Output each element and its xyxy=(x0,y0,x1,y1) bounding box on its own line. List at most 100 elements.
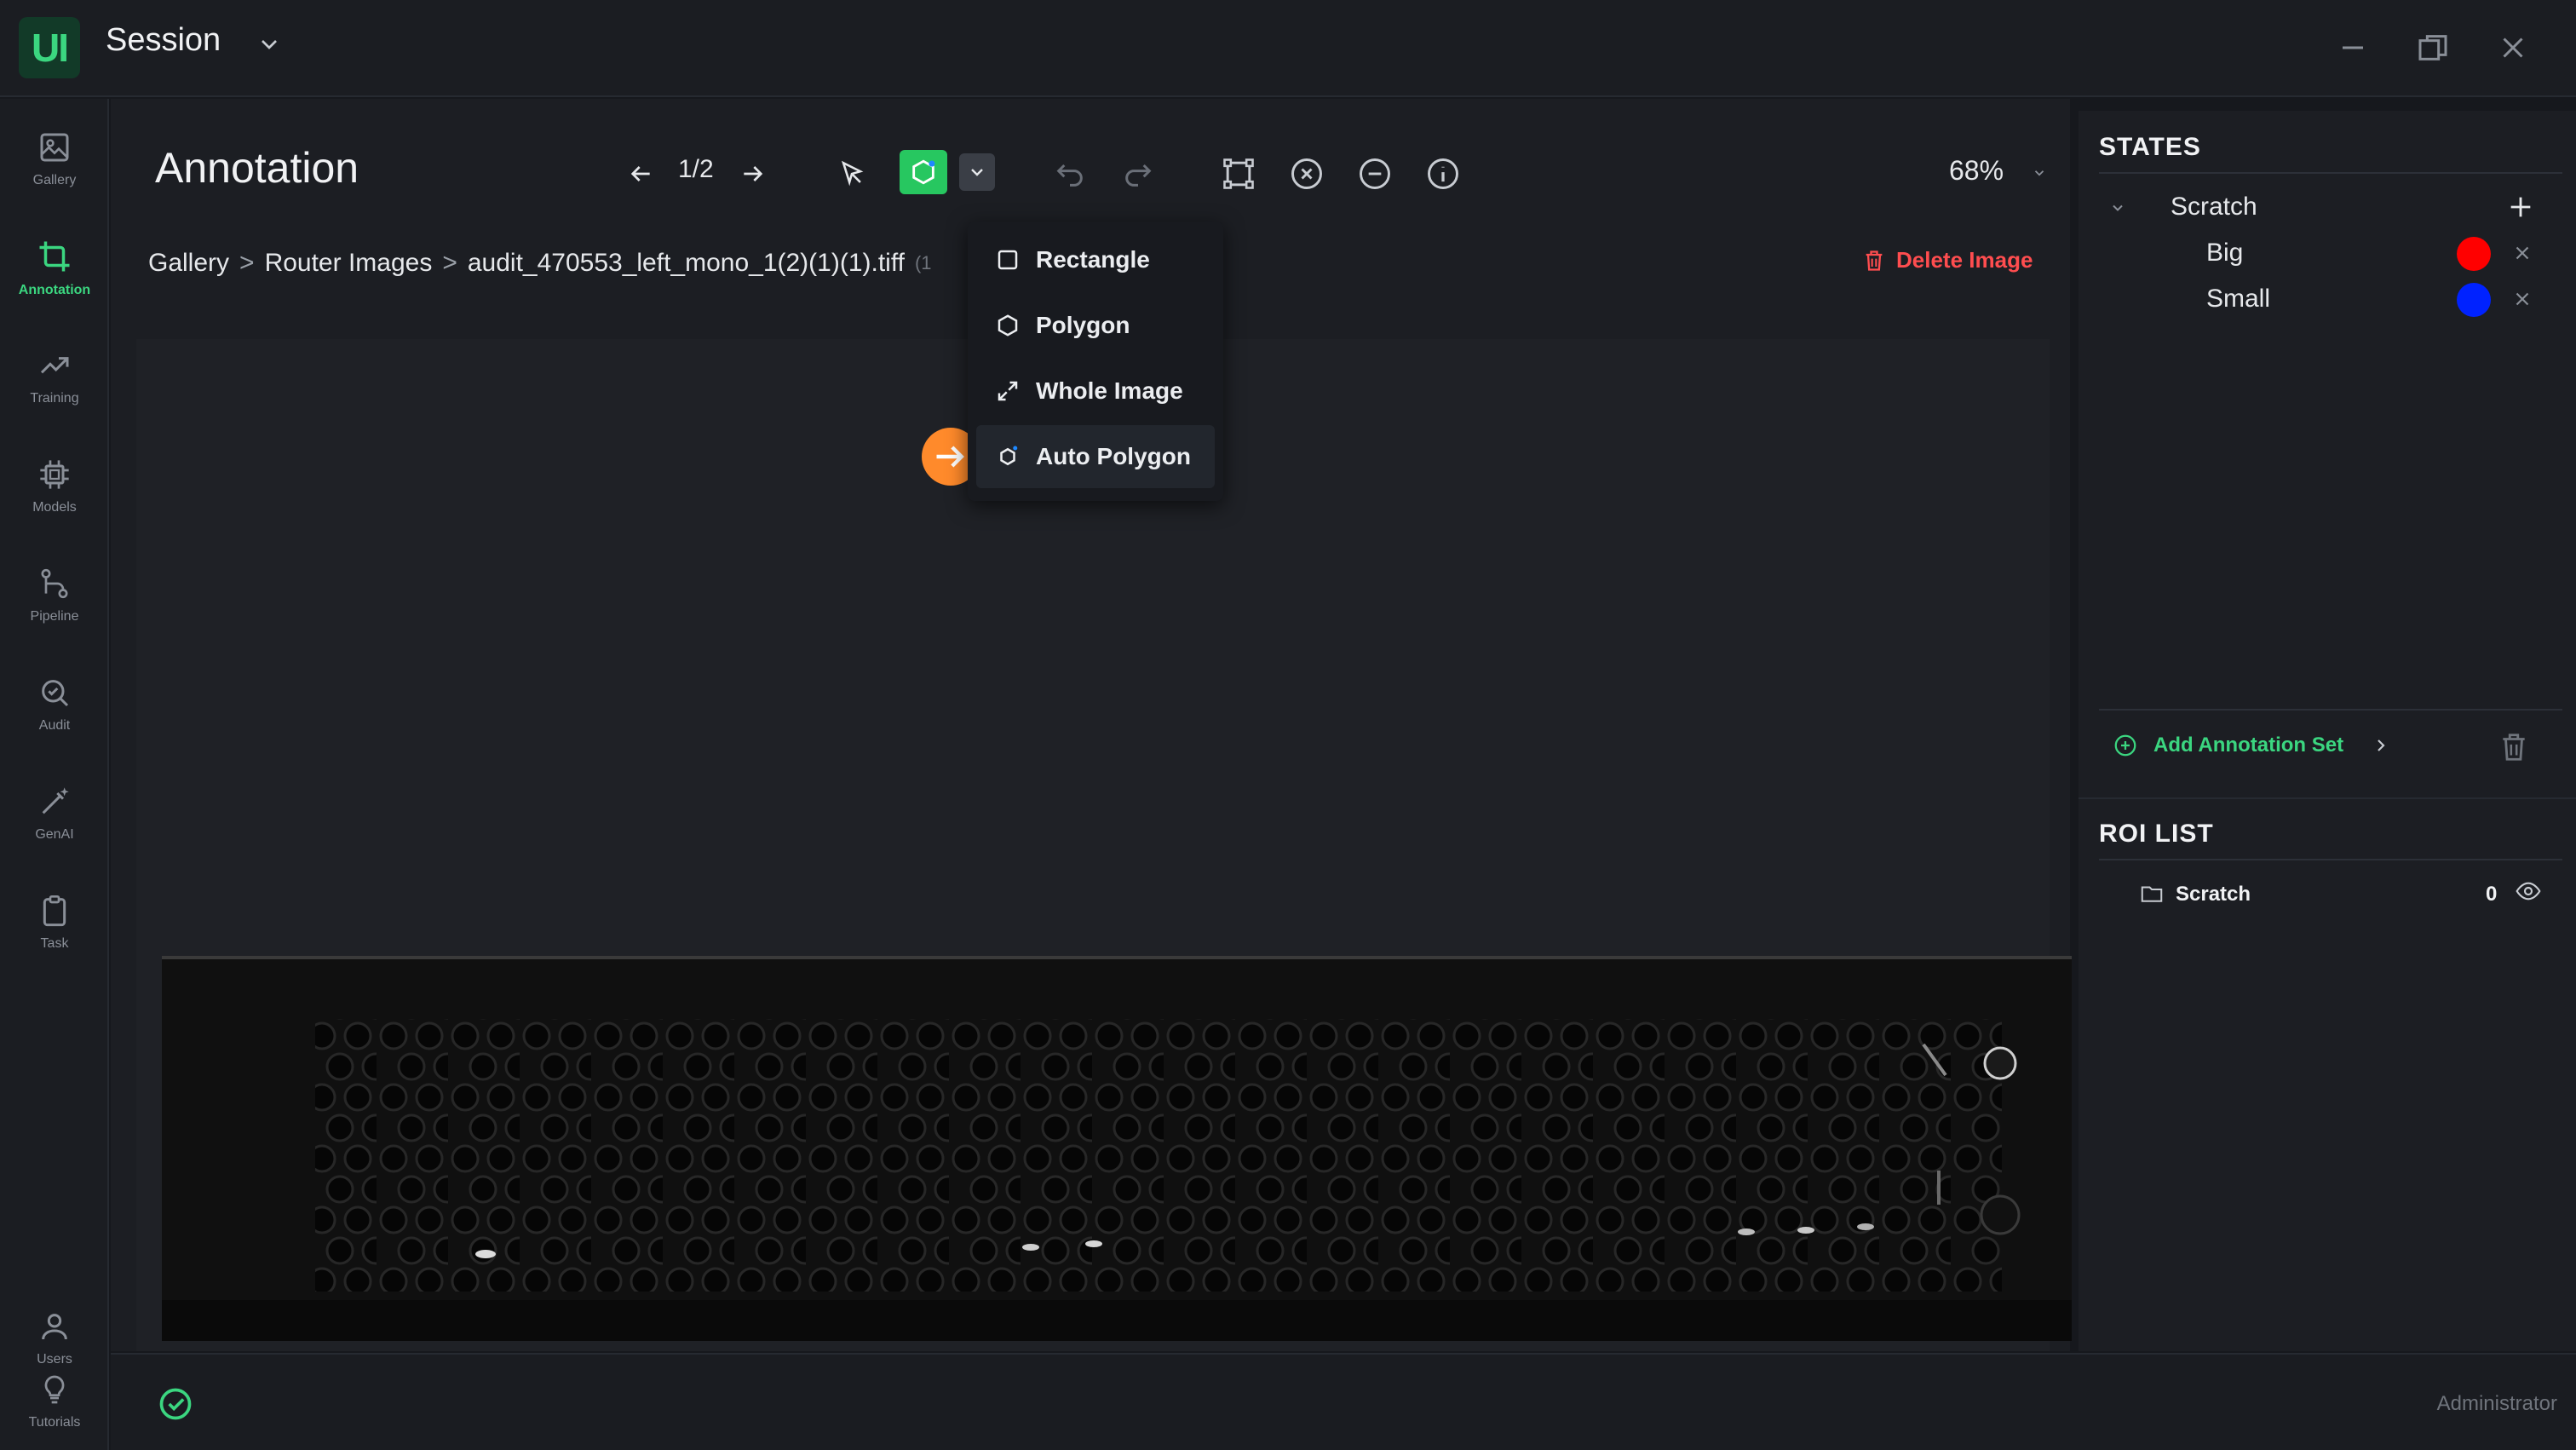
bounding-box-icon[interactable] xyxy=(1215,150,1262,198)
menu-item-label: Rectangle xyxy=(1036,246,1150,273)
collapse-chevron-icon[interactable] xyxy=(2109,199,2126,216)
expand-icon xyxy=(998,381,1018,401)
title-bar: UI Session xyxy=(0,0,2576,97)
menu-item-label: Polygon xyxy=(1036,312,1130,338)
menu-item-auto-polygon[interactable]: Auto Polygon xyxy=(976,425,1215,488)
close-icon[interactable] xyxy=(2487,22,2539,73)
nav-label: Models xyxy=(32,500,77,515)
nav-item-gallery[interactable]: Gallery xyxy=(0,112,109,206)
menu-item-polygon[interactable]: Polygon xyxy=(976,294,1215,357)
page-title: Annotation xyxy=(155,144,359,192)
delete-image-label: Delete Image xyxy=(1896,247,2033,273)
chevron-down-icon xyxy=(971,169,983,176)
undo-icon[interactable] xyxy=(1046,150,1094,198)
chevron-down-icon[interactable] xyxy=(256,31,283,58)
pipeline-icon xyxy=(41,568,68,599)
session-title[interactable]: Session xyxy=(106,22,221,59)
breadcrumb-separator: > xyxy=(442,249,457,277)
nav-label: Pipeline xyxy=(30,609,79,624)
state-item-label[interactable]: Small xyxy=(2206,285,2270,314)
remove-state-icon[interactable] xyxy=(2511,242,2533,264)
breadcrumb-gallery[interactable]: Gallery xyxy=(148,249,229,278)
nav-item-audit[interactable]: Audit xyxy=(0,658,109,751)
genai-icon xyxy=(42,787,69,814)
plus-circle-icon xyxy=(2114,734,2136,757)
nav-item-genai[interactable]: GenAI xyxy=(0,767,109,860)
check-circle-icon xyxy=(157,1385,194,1423)
add-state-icon[interactable] xyxy=(2506,193,2535,222)
roi-item-count: 0 xyxy=(2486,883,2498,906)
breadcrumb-separator: > xyxy=(239,249,255,277)
nav-item-task[interactable]: Task xyxy=(0,876,109,970)
nav-item-training[interactable]: Training xyxy=(0,331,109,424)
page-counter: 1/2 xyxy=(678,155,714,183)
current-user-label: Administrator xyxy=(2436,1392,2557,1415)
nav-label: Audit xyxy=(38,718,71,733)
nav-label: GenAI xyxy=(35,827,74,842)
state-color-swatch[interactable] xyxy=(2457,283,2491,317)
zoom-level[interactable]: 68% xyxy=(1949,155,2004,187)
nav-item-annotation[interactable]: Annotation xyxy=(0,222,109,315)
nav-item-models[interactable]: Models xyxy=(0,440,109,533)
gallery-icon xyxy=(40,133,69,162)
nav-item-tutorials[interactable]: Tutorials xyxy=(0,1355,109,1448)
right-panel: STATES Scratch Big Small Add Annotation … xyxy=(2079,111,2576,1351)
breadcrumb: Gallery > Router Images > audit_470553_l… xyxy=(148,249,932,278)
folder-icon xyxy=(2138,881,2165,906)
user-icon xyxy=(42,1314,67,1340)
tool-dropdown-button[interactable] xyxy=(959,153,995,191)
auto-polygon-icon xyxy=(1000,446,1018,466)
info-icon[interactable] xyxy=(1419,150,1467,198)
chevron-right-icon xyxy=(2378,739,2385,751)
breadcrumb-suffix: (1 xyxy=(914,252,932,273)
add-annotation-set-button[interactable]: Add Annotation Set xyxy=(2113,733,2391,758)
audit-icon xyxy=(42,680,69,707)
clipboard-icon xyxy=(43,895,66,927)
annotated-image[interactable] xyxy=(162,956,2072,1341)
chevron-down-icon[interactable] xyxy=(2032,165,2047,181)
minimize-icon[interactable] xyxy=(2327,22,2378,73)
remove-state-icon[interactable] xyxy=(2511,288,2533,310)
app-logo: UI xyxy=(19,17,80,78)
divider xyxy=(2099,709,2562,711)
breadcrumb-folder[interactable]: Router Images xyxy=(265,249,433,278)
state-item-label[interactable]: Big xyxy=(2206,239,2243,268)
hexagon-icon xyxy=(998,314,1018,337)
trash-icon xyxy=(1866,250,1883,271)
trend-icon xyxy=(40,357,69,374)
prev-arrow-icon[interactable] xyxy=(617,150,664,198)
roi-item-label[interactable]: Scratch xyxy=(2176,883,2251,906)
restore-icon[interactable] xyxy=(2407,22,2458,73)
nav-label: Annotation xyxy=(18,283,91,297)
nav-item-pipeline[interactable]: Pipeline xyxy=(0,549,109,642)
menu-item-label: Auto Polygon xyxy=(1036,443,1191,469)
states-title: STATES xyxy=(2099,133,2201,161)
menu-item-whole-image[interactable]: Whole Image xyxy=(976,360,1215,423)
section-divider xyxy=(2079,797,2576,799)
delete-image-button[interactable]: Delete Image xyxy=(1862,247,2033,273)
divider xyxy=(2099,172,2562,174)
next-arrow-icon[interactable] xyxy=(729,150,777,198)
menu-item-rectangle[interactable]: Rectangle xyxy=(976,228,1215,291)
delete-set-icon[interactable] xyxy=(2498,731,2530,763)
nav-label: Gallery xyxy=(32,173,77,187)
polygon-tool-button[interactable] xyxy=(900,150,947,194)
clear-circle-icon[interactable] xyxy=(1283,150,1331,198)
roi-list-title: ROI LIST xyxy=(2099,820,2214,848)
menu-item-label: Whole Image xyxy=(1036,377,1183,404)
state-group-label[interactable]: Scratch xyxy=(2171,193,2257,222)
hexagon-icon xyxy=(912,159,935,185)
nav-label: Training xyxy=(30,391,79,406)
remove-circle-icon[interactable] xyxy=(1351,150,1399,198)
crop-icon xyxy=(39,241,70,272)
nav-label: Task xyxy=(40,936,69,951)
chip-icon xyxy=(40,460,69,489)
left-nav: Gallery Annotation Training Models Pipel… xyxy=(0,99,109,1450)
square-icon xyxy=(998,250,1018,270)
select-cursor-icon[interactable] xyxy=(828,150,876,198)
shape-tool-menu: Rectangle Polygon Whole Image Auto Polyg… xyxy=(968,222,1223,501)
state-color-swatch[interactable] xyxy=(2457,237,2491,271)
visibility-eye-icon[interactable] xyxy=(2515,877,2542,905)
status-bar: Administrator xyxy=(111,1353,2576,1450)
redo-icon[interactable] xyxy=(1114,150,1162,198)
